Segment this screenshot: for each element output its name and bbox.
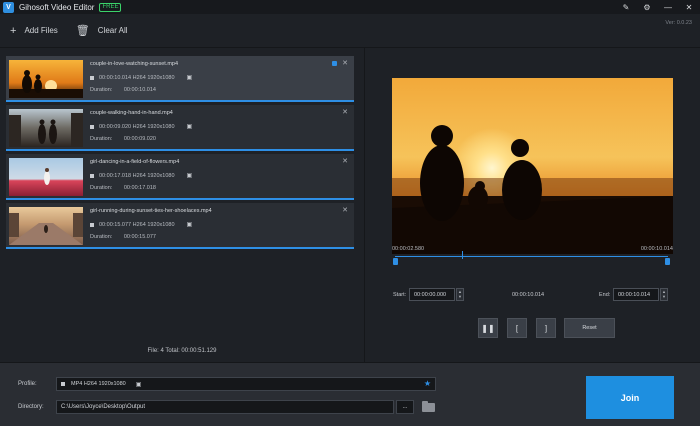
clear-all-button[interactable]: 🗑 Clear All	[76, 24, 128, 37]
total-time: 00:00:10.014	[640, 246, 673, 252]
clip-length: 00:00:10.014	[512, 292, 545, 298]
free-badge: FREE	[99, 2, 122, 12]
directory-field[interactable]: C:\Users\Joyce\Desktop\Output	[56, 400, 394, 414]
file-name: girl-running-during-sunset-ties-her-shoe…	[90, 208, 212, 214]
open-folder-icon[interactable]	[422, 401, 435, 412]
window-controls: ✎ ⚙ — ✕	[621, 0, 694, 14]
checkbox-icon	[90, 75, 94, 80]
version-label: Ver: 0.0.23	[665, 20, 692, 26]
duration-label: Duration:	[90, 87, 113, 93]
duration-value: 00:00:09.020	[123, 136, 156, 142]
profile-select[interactable]: MP4 H264 1920x1080 ▣ ★	[56, 377, 436, 391]
directory-label: Directory:	[18, 404, 44, 410]
film-icon: ▣	[186, 222, 193, 228]
file-duration: Duration: 00:00:10.014	[90, 87, 156, 93]
timeline-playhead[interactable]	[461, 251, 463, 259]
checkbox-icon	[90, 173, 94, 178]
trim-end-handle[interactable]	[665, 258, 670, 265]
minimize-icon[interactable]: —	[663, 2, 673, 12]
format-icon	[61, 382, 65, 386]
app-title: Gihosoft Video Editor	[19, 2, 95, 12]
start-time-stepper[interactable]: ▲ ▼	[456, 288, 464, 301]
file-meta: 00:00:09.020 H264 1920x1080 ▣	[90, 123, 192, 130]
timeline-track[interactable]	[395, 256, 668, 257]
file-meta: 00:00:17.018 H264 1920x1080 ▣	[90, 172, 192, 179]
duration-value: 00:00:15.077	[123, 234, 156, 240]
join-button[interactable]: Join	[586, 376, 674, 419]
video-thumbnail	[9, 158, 83, 196]
film-icon: ▣	[186, 173, 193, 179]
file-name: couple-in-love-watching-sunset.mp4	[90, 61, 179, 67]
duration-value: 00:00:17.018	[123, 185, 156, 191]
current-time: 00:00:02.580	[392, 246, 425, 252]
file-meta-text: 00:00:09.020 H264 1920x1080	[99, 123, 175, 130]
checkbox-icon	[90, 222, 94, 227]
trim-controls: Start: 00:00:00.000 ▲ ▼ 00:00:10.014 End:…	[365, 288, 700, 304]
remove-file-icon[interactable]: ✕	[342, 157, 348, 165]
title-bar: V Gihosoft Video Editor FREE ✎ ⚙ — ✕	[0, 0, 700, 14]
trim-start-handle[interactable]	[393, 258, 398, 265]
plus-icon: +	[10, 24, 17, 37]
file-duration: Duration: 00:00:09.020	[90, 136, 156, 142]
checkbox-icon	[90, 124, 94, 129]
start-time-input[interactable]: 00:00:00.000	[409, 288, 455, 301]
video-preview[interactable]	[392, 78, 673, 254]
duration-value: 00:00:10.014	[123, 87, 156, 93]
pause-button[interactable]: ❚❚	[478, 318, 498, 338]
list-item[interactable]: girl-dancing-in-a-field-of-flowers.mp4 0…	[6, 154, 354, 200]
start-label: Start:	[393, 292, 407, 298]
video-thumbnail	[9, 109, 83, 147]
list-item[interactable]: couple-in-love-watching-sunset.mp4 00:00…	[6, 56, 354, 102]
film-icon: ▣	[186, 75, 193, 81]
profile-value: MP4 H264 1920x1080	[71, 381, 126, 387]
file-name: couple-walking-hand-in-hand.mp4	[90, 110, 173, 116]
film-icon: ▣	[186, 124, 193, 130]
trash-icon: 🗑	[75, 25, 90, 37]
browse-button[interactable]: ...	[396, 400, 414, 414]
duration-label: Duration:	[90, 136, 113, 142]
remove-file-icon[interactable]: ✕	[342, 206, 348, 214]
pin-icon[interactable]	[332, 61, 337, 66]
close-window-icon[interactable]: ✕	[684, 2, 694, 12]
feedback-icon[interactable]: ✎	[621, 2, 631, 12]
file-list: couple-in-love-watching-sunset.mp4 00:00…	[6, 56, 354, 252]
end-label: End:	[599, 292, 611, 298]
end-time-stepper[interactable]: ▲ ▼	[660, 288, 668, 301]
preview-panel: 00:00:02.580 00:00:10.014 Start: 00:00:0…	[365, 48, 700, 362]
files-summary: File: 4 Total: 00:00:51.129	[147, 348, 217, 354]
output-settings: Profile: MP4 H264 1920x1080 ▣ ★ Director…	[0, 362, 700, 426]
file-meta-text: 00:00:15.077 H264 1920x1080	[99, 221, 175, 228]
file-duration: Duration: 00:00:15.077	[90, 234, 156, 240]
end-time-input[interactable]: 00:00:10.014	[613, 288, 659, 301]
duration-label: Duration:	[90, 234, 113, 240]
clear-all-label: Clear All	[97, 26, 128, 35]
video-thumbnail	[9, 207, 83, 245]
duration-label: Duration:	[90, 185, 113, 191]
file-duration: Duration: 00:00:17.018	[90, 185, 156, 191]
file-list-panel: couple-in-love-watching-sunset.mp4 00:00…	[0, 48, 364, 362]
remove-file-icon[interactable]: ✕	[342, 59, 348, 67]
mark-in-button[interactable]: [	[507, 318, 527, 338]
app-logo-icon: V	[3, 1, 14, 13]
add-files-label: Add Files	[24, 26, 58, 35]
video-thumbnail	[9, 60, 83, 98]
settings-icon[interactable]: ⚙	[642, 2, 652, 12]
profile-label: Profile:	[18, 381, 37, 387]
star-icon[interactable]: ★	[424, 379, 431, 388]
reset-button[interactable]: Reset	[564, 318, 615, 338]
list-item[interactable]: couple-walking-hand-in-hand.mp4 00:00:09…	[6, 105, 354, 151]
toolbar: + Add Files 🗑 Clear All Ver: 0.0.23	[0, 14, 700, 48]
mark-out-button[interactable]: ]	[536, 318, 556, 338]
file-name: girl-dancing-in-a-field-of-flowers.mp4	[90, 159, 180, 165]
film-icon: ▣	[135, 381, 142, 388]
file-meta: 00:00:10.014 H264 1920x1080 ▣	[90, 74, 192, 81]
playback-controls: ❚❚ [ ] Reset	[365, 318, 700, 338]
add-files-button[interactable]: + Add Files	[10, 25, 58, 37]
remove-file-icon[interactable]: ✕	[342, 108, 348, 116]
file-meta: 00:00:15.077 H264 1920x1080 ▣	[90, 221, 192, 228]
file-meta-text: 00:00:10.014 H264 1920x1080	[99, 74, 175, 81]
file-meta-text: 00:00:17.018 H264 1920x1080	[99, 172, 175, 179]
list-item[interactable]: girl-running-during-sunset-ties-her-shoe…	[6, 203, 354, 249]
